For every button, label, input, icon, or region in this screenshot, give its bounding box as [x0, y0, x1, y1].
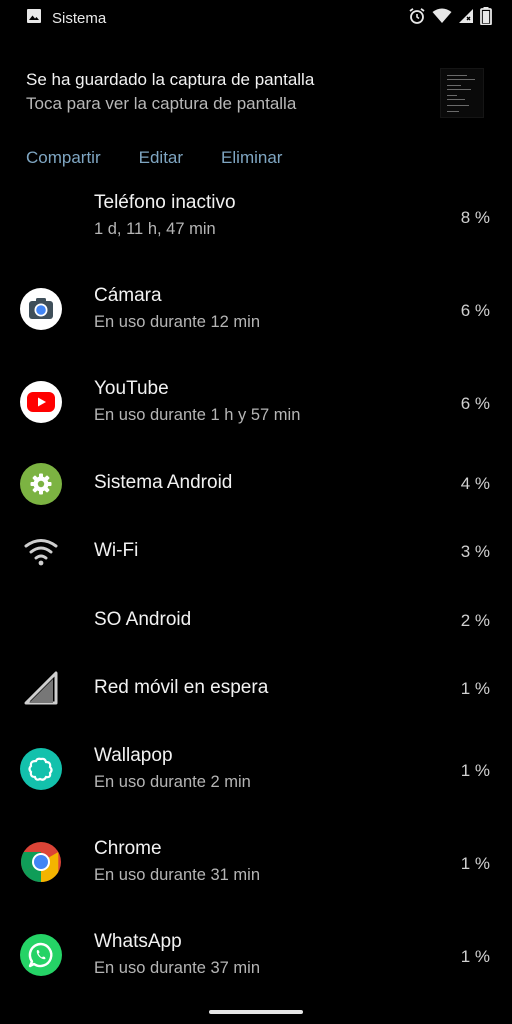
list-item-percent: 6 % — [460, 394, 490, 413]
wifi-status-icon — [432, 8, 452, 29]
status-bar: Sistema — [0, 0, 512, 34]
edit-button[interactable]: Editar — [139, 148, 183, 168]
android-settings-icon — [20, 463, 62, 505]
wifi-icon — [20, 531, 62, 573]
list-item-label: WhatsApp — [94, 931, 182, 952]
battery-icon — [480, 7, 492, 30]
list-item-percent: 6 % — [460, 301, 490, 320]
list-item-label: SO Android — [94, 609, 192, 630]
list-item-label: Teléfono inactivo — [94, 192, 236, 213]
gesture-home-bar[interactable] — [209, 1010, 303, 1014]
signal-status-icon — [458, 8, 474, 29]
list-item-android-system[interactable]: Sistema Android 4 % — [0, 463, 512, 533]
list-item-wallapop[interactable]: Wallapop En uso durante 2 min 1 % — [0, 741, 512, 834]
screenshot-notification[interactable]: Se ha guardado la captura de pantalla To… — [0, 56, 512, 186]
notification-actions: Compartir Editar Eliminar — [26, 148, 282, 168]
list-item-percent: 1 % — [460, 679, 490, 698]
list-item-label: Sistema Android — [94, 472, 233, 493]
list-item-percent: 1 % — [460, 761, 490, 780]
list-item-label: Wallapop — [94, 745, 173, 766]
list-item-label: YouTube — [94, 378, 169, 399]
screenshot-thumbnail[interactable] — [440, 68, 484, 118]
list-item-camera[interactable]: Cámara En uso durante 12 min 6 % — [0, 279, 512, 372]
list-item-label: Red móvil en espera — [94, 677, 269, 698]
status-bar-right — [408, 7, 492, 30]
list-item-percent: 8 % — [460, 208, 490, 227]
list-item-mobile-standby[interactable]: Red móvil en espera 1 % — [0, 669, 512, 737]
notification-title: Se ha guardado la captura de pantalla — [26, 70, 315, 89]
list-item-youtube[interactable]: YouTube En uso durante 1 h y 57 min 6 % — [0, 372, 512, 465]
list-item-wifi[interactable]: Wi-Fi 3 % — [0, 533, 512, 601]
cell-signal-icon — [20, 667, 62, 709]
list-item-percent: 2 % — [460, 611, 490, 630]
list-item-label: Cámara — [94, 285, 162, 306]
share-button[interactable]: Compartir — [26, 148, 101, 168]
list-item-percent: 3 % — [460, 542, 490, 561]
list-item-phone-idle[interactable]: Teléfono inactivo 1 d, 11 h, 47 min 8 % — [0, 186, 512, 279]
whatsapp-icon — [20, 934, 62, 976]
list-item-percent: 1 % — [460, 854, 490, 873]
list-item-sub: En uso durante 2 min — [94, 773, 251, 791]
youtube-icon — [20, 381, 62, 423]
list-item-sub: En uso durante 37 min — [94, 959, 261, 977]
status-bar-left: Sistema — [26, 8, 106, 29]
list-item-sub: En uso durante 1 h y 57 min — [94, 406, 301, 424]
list-item-android-os[interactable]: SO Android 2 % — [0, 601, 512, 669]
notification-subtitle: Toca para ver la captura de pantalla — [26, 94, 297, 113]
list-item-percent: 1 % — [460, 947, 490, 966]
chrome-icon — [20, 841, 62, 883]
delete-button[interactable]: Eliminar — [221, 148, 282, 168]
list-item-label: Chrome — [94, 838, 162, 859]
list-item-label: Wi-Fi — [94, 540, 139, 561]
list-item-sub: En uso durante 12 min — [94, 313, 261, 331]
list-item-chrome[interactable]: Chrome En uso durante 31 min 1 % — [0, 834, 512, 927]
camera-icon — [20, 288, 62, 330]
list-item-sub: 1 d, 11 h, 47 min — [94, 220, 216, 238]
image-icon — [26, 8, 42, 29]
list-item-whatsapp[interactable]: WhatsApp En uso durante 37 min 1 % — [0, 927, 512, 1020]
wallapop-icon — [20, 748, 62, 790]
alarm-icon — [408, 7, 426, 30]
list-item-percent: 4 % — [460, 474, 490, 493]
status-bar-title: Sistema — [52, 10, 107, 27]
list-item-sub: En uso durante 31 min — [94, 866, 261, 884]
